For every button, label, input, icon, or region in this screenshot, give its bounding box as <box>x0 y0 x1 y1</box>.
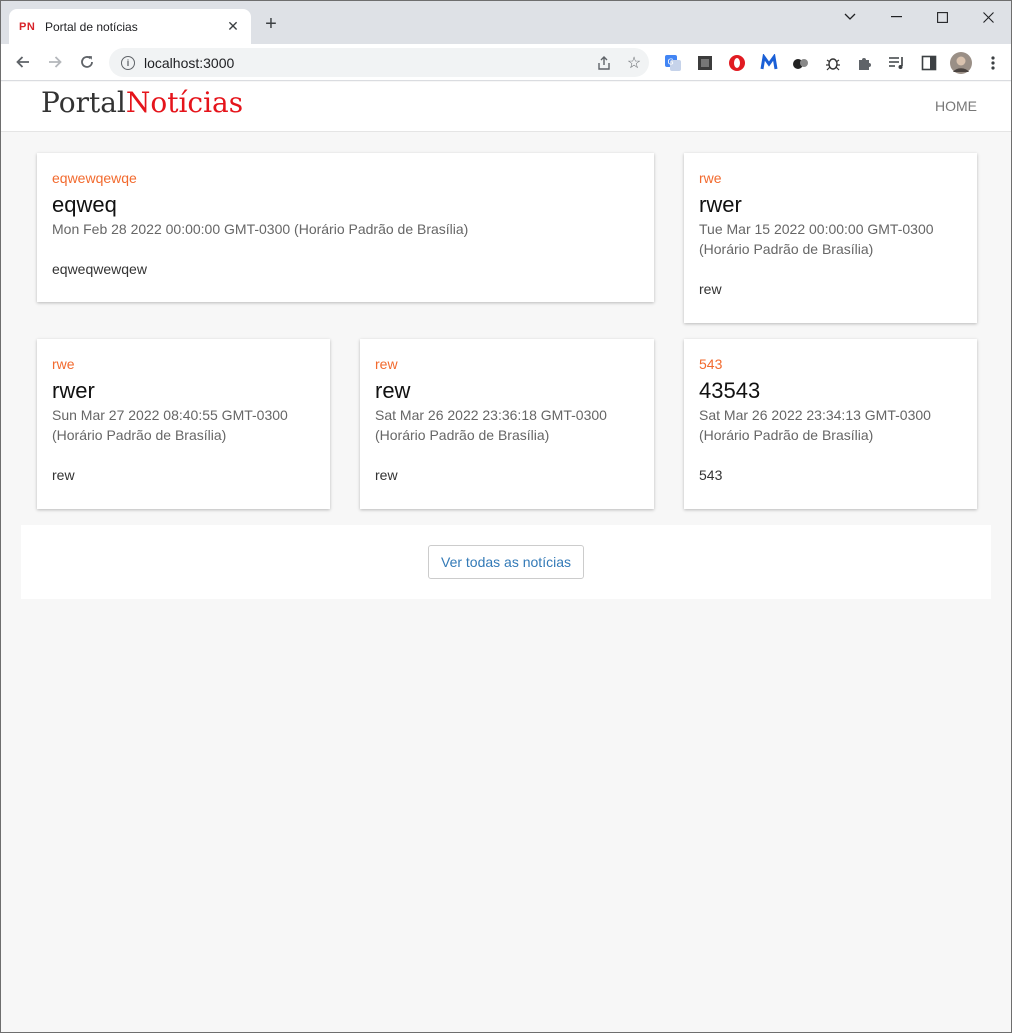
news-title[interactable]: eqweq <box>52 192 639 218</box>
news-summary: rew <box>52 467 75 483</box>
news-category[interactable]: 543 <box>699 357 962 372</box>
reload-button[interactable] <box>75 50 99 74</box>
news-summary: eqweqwewqew <box>52 261 147 277</box>
tab-favicon: PN <box>19 20 36 33</box>
bookmark-star-icon[interactable]: ☆ <box>619 51 649 75</box>
news-title[interactable]: 43543 <box>699 378 962 404</box>
news-card: rwe rwer Sun Mar 27 2022 08:40:55 GMT-03… <box>37 339 330 509</box>
malwarebytes-icon[interactable] <box>753 50 785 76</box>
news-card: rew rew Sat Mar 26 2022 23:36:18 GMT-030… <box>360 339 654 509</box>
news-summary: 543 <box>699 467 723 483</box>
tab-close-icon[interactable]: ✕ <box>225 18 241 35</box>
profile-avatar[interactable] <box>945 50 977 76</box>
google-translate-icon[interactable]: G <box>657 50 689 76</box>
news-title[interactable]: rew <box>375 378 639 404</box>
news-date: Mon Feb 28 2022 00:00:00 GMT-0300 (Horár… <box>52 221 469 237</box>
window-controls <box>827 1 1011 33</box>
new-tab-button[interactable]: + <box>260 13 282 35</box>
view-all-news-button[interactable]: Ver todas as notícias <box>428 545 584 579</box>
news-title[interactable]: rwer <box>52 378 315 404</box>
news-category[interactable]: rwe <box>699 171 962 186</box>
svg-text:G: G <box>668 58 674 67</box>
news-date: Sat Mar 26 2022 23:34:13 GMT-0300 (Horár… <box>699 407 931 443</box>
side-panel-icon[interactable] <box>913 50 945 76</box>
chrome-menu-icon[interactable] <box>977 50 1009 76</box>
address-bar[interactable]: i localhost:3000 ☆ <box>109 48 649 77</box>
extensions-puzzle-icon[interactable] <box>849 50 881 76</box>
news-summary: rew <box>699 281 722 297</box>
minimize-button[interactable] <box>873 1 919 33</box>
site-logo[interactable]: PortalNotícias <box>41 85 243 121</box>
forward-button[interactable] <box>43 50 67 74</box>
news-summary: rew <box>375 467 398 483</box>
news-title[interactable]: rwer <box>699 192 962 218</box>
news-card: eqwewqewqe eqweq Mon Feb 28 2022 00:00:0… <box>37 153 654 302</box>
close-window-button[interactable] <box>965 1 1011 33</box>
nav-home-link[interactable]: HOME <box>935 98 977 114</box>
extensions-row: G <box>657 50 1009 76</box>
site-info-icon[interactable]: i <box>121 55 135 70</box>
tab-title: Portal de notícias <box>45 19 138 34</box>
logo-text-noticias: Notícias <box>125 86 244 119</box>
share-icon[interactable] <box>589 51 619 75</box>
media-controls-icon[interactable] <box>881 50 913 76</box>
maximize-button[interactable] <box>919 1 965 33</box>
more-news-panel: Ver todas as notícias <box>21 525 991 599</box>
browser-tabstrip: PN Portal de notícias ✕ + <box>1 1 1011 44</box>
logo-text-portal: Portal <box>41 86 126 119</box>
tab-search-icon[interactable] <box>827 1 873 33</box>
address-url: localhost:3000 <box>144 54 235 71</box>
news-card: rwe rwer Tue Mar 15 2022 00:00:00 GMT-03… <box>684 153 977 323</box>
opera-adblock-icon[interactable] <box>721 50 753 76</box>
news-category[interactable]: rew <box>375 357 639 372</box>
news-category[interactable]: rwe <box>52 357 315 372</box>
back-button[interactable] <box>11 50 35 74</box>
news-date: Sun Mar 27 2022 08:40:55 GMT-0300 (Horár… <box>52 407 288 443</box>
news-category[interactable]: eqwewqewqe <box>52 171 639 186</box>
browser-tab[interactable]: PN Portal de notícias ✕ <box>9 9 251 44</box>
bug-extension-icon[interactable] <box>817 50 849 76</box>
site-header: PortalNotícias HOME <box>1 82 1011 132</box>
news-card: 543 43543 Sat Mar 26 2022 23:34:13 GMT-0… <box>684 339 977 509</box>
news-date: Tue Mar 15 2022 00:00:00 GMT-0300 (Horár… <box>699 221 934 257</box>
film-extension-icon[interactable] <box>689 50 721 76</box>
news-date: Sat Mar 26 2022 23:36:18 GMT-0300 (Horár… <box>375 407 607 443</box>
spheres-extension-icon[interactable] <box>785 50 817 76</box>
browser-toolbar: i localhost:3000 ☆ G <box>1 44 1011 81</box>
